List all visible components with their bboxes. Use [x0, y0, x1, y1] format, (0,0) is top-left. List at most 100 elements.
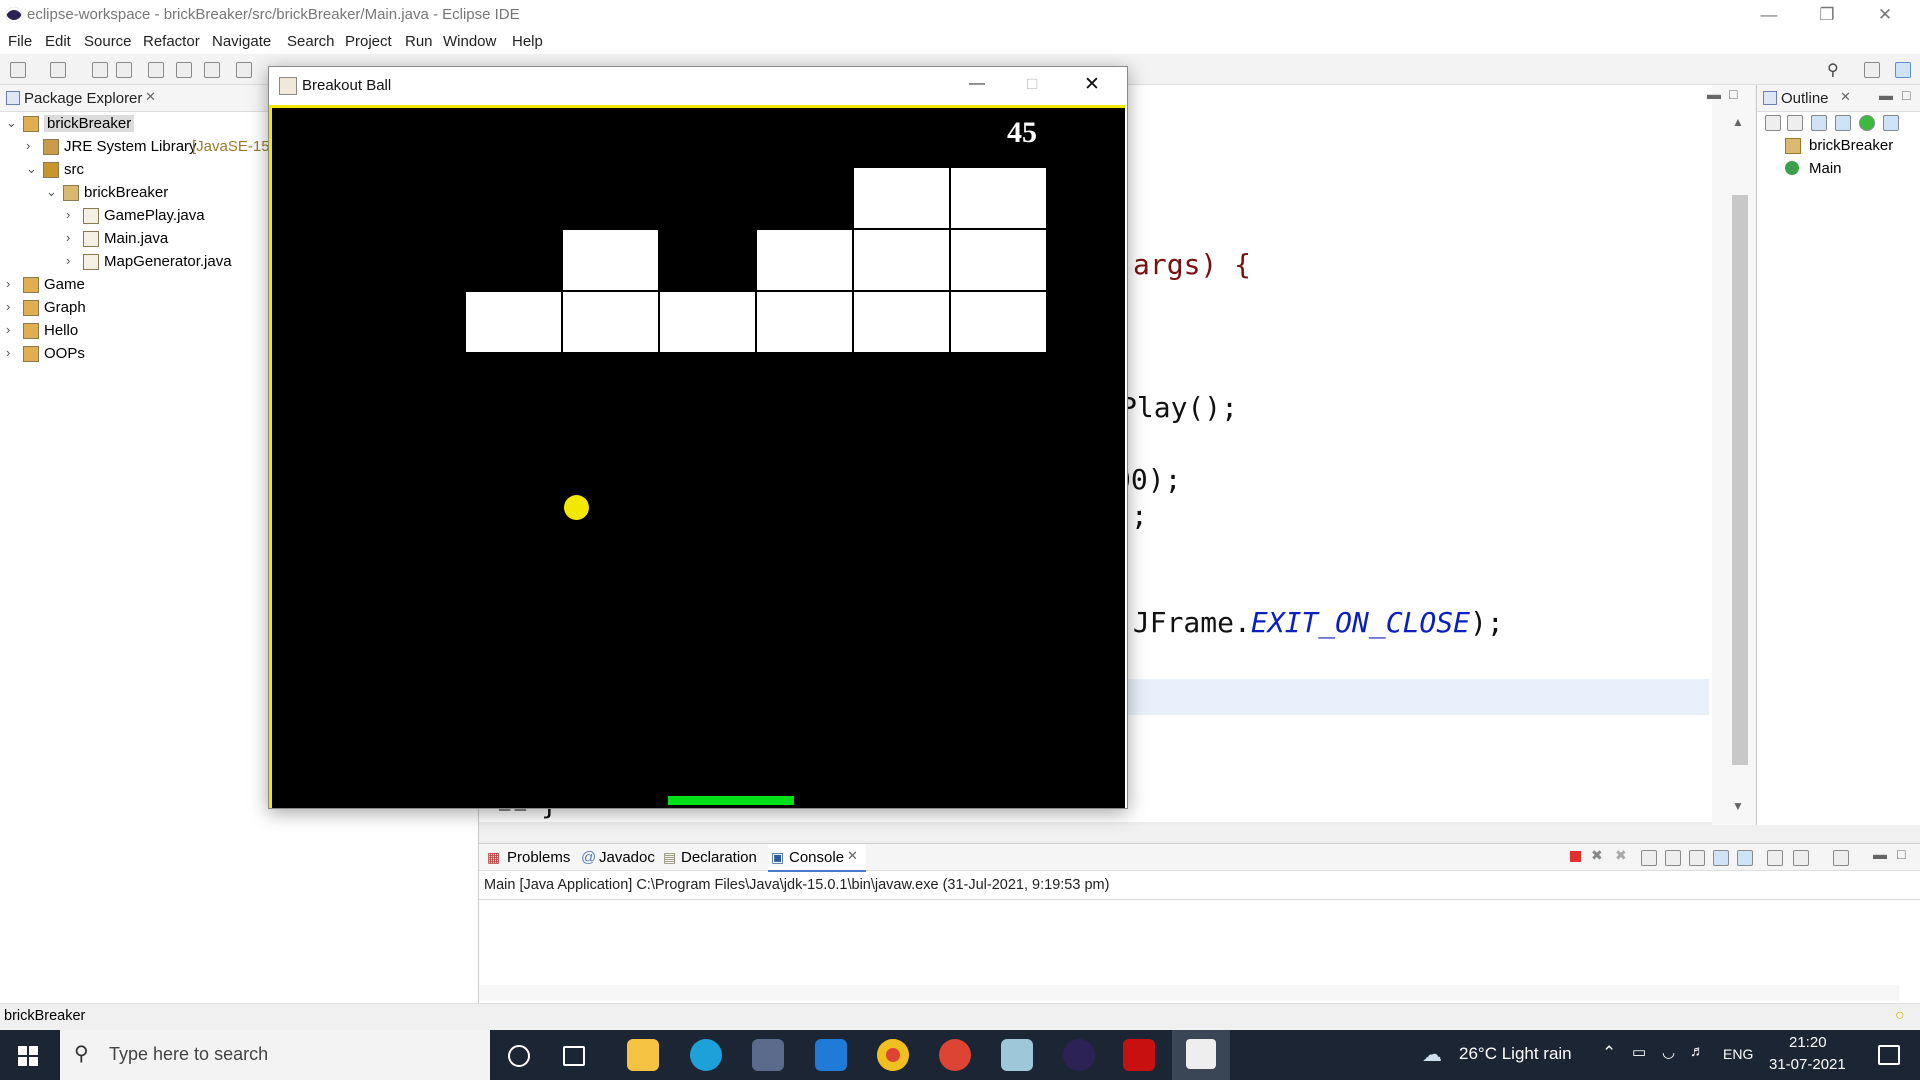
console-vertical-scrollbar[interactable]: [1899, 902, 1917, 982]
open-icon[interactable]: [50, 62, 66, 78]
close-tab-icon[interactable]: ✕: [145, 89, 156, 105]
hide-static-icon[interactable]: [1835, 115, 1851, 131]
terminate-icon[interactable]: [1570, 851, 1581, 862]
taskbar-search-box[interactable]: ⚲ Type here to search: [60, 1030, 490, 1080]
chevron-right-icon[interactable]: ›: [6, 299, 10, 314]
java-app-taskbar-item[interactable]: [1172, 1030, 1230, 1080]
minimize-outline-icon[interactable]: ▬: [1879, 87, 1893, 103]
notepad-icon[interactable]: [1001, 1039, 1033, 1071]
chevron-down-icon[interactable]: ⌄: [26, 161, 37, 177]
minimize-console-icon[interactable]: ▬: [1873, 846, 1887, 862]
open-perspective-icon[interactable]: [1864, 62, 1880, 78]
cortana-icon[interactable]: [508, 1045, 530, 1067]
menu-help[interactable]: Help: [512, 33, 543, 50]
close-console-icon[interactable]: ✕: [847, 848, 858, 864]
maximize-editor-icon[interactable]: □: [1729, 86, 1737, 102]
menu-run[interactable]: Run: [405, 33, 433, 50]
chevron-right-icon[interactable]: ›: [66, 207, 70, 222]
save-icon[interactable]: [92, 62, 108, 78]
new-icon[interactable]: [10, 62, 26, 78]
language-indicator[interactable]: ENG: [1723, 1046, 1753, 1062]
terminal-icon[interactable]: [176, 62, 192, 78]
store-icon[interactable]: [752, 1039, 784, 1071]
edge-icon[interactable]: [690, 1039, 722, 1071]
tab-console[interactable]: Console: [789, 849, 844, 866]
clock-time[interactable]: 21:20: [1789, 1034, 1827, 1051]
java-perspective-icon[interactable]: [1895, 62, 1911, 78]
editor-vertical-scrollbar[interactable]: ▲ ▼: [1712, 85, 1755, 825]
menu-file[interactable]: File: [8, 33, 32, 50]
volume-icon[interactable]: ♬: [1690, 1043, 1705, 1060]
restore-button[interactable]: ❐: [1798, 0, 1856, 30]
windows-start-icon[interactable]: [18, 1046, 38, 1066]
tip-lightbulb-icon[interactable]: ○: [1895, 1007, 1905, 1025]
mail-icon[interactable]: [815, 1039, 847, 1071]
file-explorer-icon[interactable]: [627, 1039, 659, 1071]
menu-window[interactable]: Window: [443, 33, 496, 50]
word-wrap-icon[interactable]: [1689, 850, 1705, 866]
search-icon[interactable]: ⚲: [1827, 60, 1839, 80]
clock-date[interactable]: 31-07-2021: [1769, 1056, 1846, 1073]
chevron-right-icon[interactable]: ›: [66, 253, 70, 268]
task-view-icon[interactable]: [563, 1046, 585, 1066]
wifi-icon[interactable]: ◡: [1662, 1043, 1675, 1061]
tab-javadoc[interactable]: Javadoc: [599, 849, 655, 866]
acrobat-icon[interactable]: [1123, 1039, 1155, 1071]
chevron-down-icon[interactable]: ⌄: [6, 115, 17, 131]
debug-icon[interactable]: [236, 62, 252, 78]
weather-cloud-icon[interactable]: ☁: [1422, 1042, 1442, 1067]
show-on-output-icon[interactable]: [1713, 850, 1729, 866]
tab-declaration[interactable]: Declaration: [681, 849, 757, 866]
game-minimize-button[interactable]: —: [969, 75, 985, 93]
chevron-down-icon[interactable]: ⌄: [46, 184, 57, 200]
menu-refactor[interactable]: Refactor: [143, 33, 200, 50]
game-maximize-button[interactable]: □: [1027, 74, 1037, 94]
print-icon[interactable]: [148, 62, 164, 78]
clear-console-icon[interactable]: [1641, 850, 1657, 866]
menu-navigate[interactable]: Navigate: [212, 33, 271, 50]
skip-breakpoints-icon[interactable]: [204, 62, 220, 78]
chevron-right-icon[interactable]: ›: [26, 138, 30, 153]
minimize-editor-icon[interactable]: ▬: [1707, 86, 1721, 102]
game-close-button[interactable]: ✕: [1084, 73, 1100, 96]
menu-search[interactable]: Search: [287, 33, 335, 50]
eclipse-taskbar-icon[interactable]: [1063, 1039, 1095, 1071]
open-console-icon[interactable]: [1833, 850, 1849, 866]
tab-outline[interactable]: Outline: [1781, 90, 1829, 107]
console-horizontal-scrollbar[interactable]: [479, 985, 1899, 1001]
remove-launch-icon[interactable]: ✖: [1591, 847, 1603, 864]
show-on-error-icon[interactable]: [1737, 850, 1753, 866]
chevron-right-icon[interactable]: ›: [6, 345, 10, 360]
remove-all-icon[interactable]: ✖: [1615, 847, 1627, 864]
game-canvas[interactable]: 45: [269, 105, 1125, 808]
close-button[interactable]: ✕: [1856, 0, 1914, 30]
chevron-right-icon[interactable]: ›: [66, 230, 70, 245]
tab-package-explorer[interactable]: Package Explorer: [24, 90, 142, 107]
maximize-console-icon[interactable]: □: [1897, 846, 1905, 862]
editor-horizontal-scrollbar[interactable]: [479, 822, 1712, 825]
battery-icon[interactable]: ▭: [1632, 1043, 1646, 1061]
hide-fields-icon[interactable]: [1811, 115, 1827, 131]
scroll-up-icon[interactable]: ▲: [1732, 115, 1744, 129]
pin-console-icon[interactable]: [1767, 850, 1783, 866]
paddle[interactable]: [668, 796, 794, 805]
collapse-all-icon[interactable]: [1765, 115, 1781, 131]
close-outline-icon[interactable]: ✕: [1840, 89, 1851, 105]
chevron-right-icon[interactable]: ›: [6, 322, 10, 337]
hide-local-types-icon[interactable]: [1883, 115, 1899, 131]
maximize-outline-icon[interactable]: □: [1902, 87, 1910, 103]
chrome-icon[interactable]: [877, 1039, 909, 1071]
chrome-profile-icon[interactable]: [939, 1039, 971, 1071]
minimize-button[interactable]: —: [1740, 0, 1798, 30]
notification-center-icon[interactable]: [1878, 1045, 1900, 1065]
tab-problems[interactable]: Problems: [507, 849, 570, 866]
save-all-icon[interactable]: [116, 62, 132, 78]
menu-project[interactable]: Project: [345, 33, 392, 50]
menu-edit[interactable]: Edit: [45, 33, 71, 50]
scrollbar-thumb[interactable]: [1732, 195, 1748, 765]
display-console-icon[interactable]: [1793, 850, 1809, 866]
weather-text[interactable]: 26°C Light rain: [1459, 1044, 1572, 1064]
scroll-lock-icon[interactable]: [1665, 850, 1681, 866]
hide-nonpublic-icon[interactable]: [1859, 115, 1875, 131]
menu-source[interactable]: Source: [84, 33, 132, 50]
